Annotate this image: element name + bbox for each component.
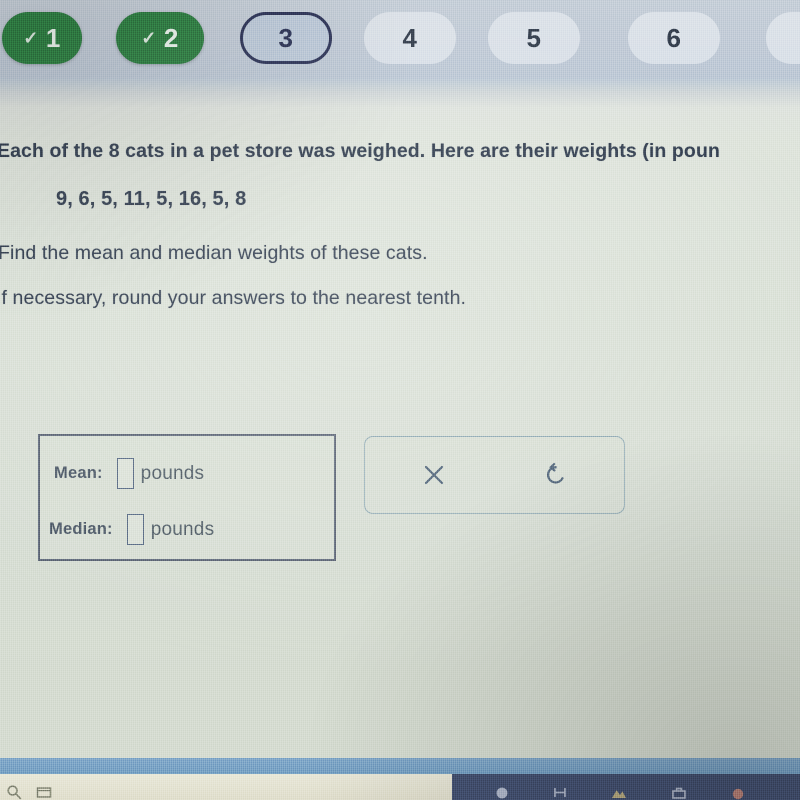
problem-rounding-note: If necessary, round your answers to the …	[0, 287, 467, 309]
problem-intro-text: Each of the 8 cats in a pet store was we…	[0, 140, 720, 162]
problem-task-text: Find the mean and median weights of thes…	[0, 242, 428, 264]
mean-unit-label: pounds	[140, 462, 205, 484]
clear-button[interactable]	[406, 447, 462, 503]
step-label: 6	[666, 22, 682, 53]
taskbar-left-section	[0, 774, 452, 800]
undo-counterclockwise-icon	[542, 461, 570, 489]
undo-button[interactable]	[528, 447, 584, 503]
check-icon: ✓	[23, 28, 39, 48]
tool-palette	[364, 436, 625, 514]
step-label: 3	[278, 22, 294, 53]
photographed-screen: ✓ 1 ✓ 2 3 4 5 6 7 Each of the 8 cats in …	[0, 0, 800, 800]
step-button-2[interactable]: ✓ 2	[116, 12, 204, 64]
task-view-icon[interactable]	[36, 784, 52, 800]
close-x-icon	[421, 462, 447, 488]
step-label: 2	[163, 22, 179, 53]
step-button-3-active[interactable]: 3	[240, 12, 332, 64]
photos-icon[interactable]	[610, 784, 628, 800]
step-label: 5	[526, 22, 542, 53]
step-button-6[interactable]: 6	[628, 12, 720, 64]
browser-icon[interactable]	[494, 784, 510, 800]
step-button-5[interactable]: 5	[488, 12, 580, 64]
median-input[interactable]	[126, 514, 144, 545]
median-unit-label: pounds	[150, 518, 215, 540]
step-label: 4	[402, 22, 418, 53]
step-button-1[interactable]: ✓ 1	[2, 12, 82, 64]
step-navigation-bar: ✓ 1 ✓ 2 3 4 5 6 7	[0, 0, 800, 78]
median-answer-row: Median: pounds	[49, 514, 214, 545]
step-label: 1	[45, 22, 61, 53]
app-circle-icon[interactable]	[730, 784, 746, 800]
search-icon[interactable]	[6, 784, 22, 800]
taskbar-right-section	[452, 774, 800, 800]
problem-data-values: 9, 6, 5, 11, 5, 16, 5, 8	[56, 188, 247, 210]
folder-icon[interactable]	[670, 784, 688, 800]
check-icon: ✓	[141, 28, 157, 48]
mean-answer-row: Mean: pounds	[54, 458, 204, 489]
exercise-content-area: Each of the 8 cats in a pet store was we…	[0, 78, 800, 800]
window-tiles-icon[interactable]	[552, 784, 568, 800]
step-button-7[interactable]: 7	[766, 12, 800, 64]
mean-label: Mean:	[54, 464, 103, 482]
answer-panel: Mean: pounds Median: pounds	[38, 434, 336, 561]
mean-input[interactable]	[116, 458, 134, 489]
median-label: Median:	[49, 520, 113, 538]
step-button-4[interactable]: 4	[364, 12, 456, 64]
window-bottom-band	[0, 758, 800, 774]
os-taskbar	[0, 774, 800, 800]
